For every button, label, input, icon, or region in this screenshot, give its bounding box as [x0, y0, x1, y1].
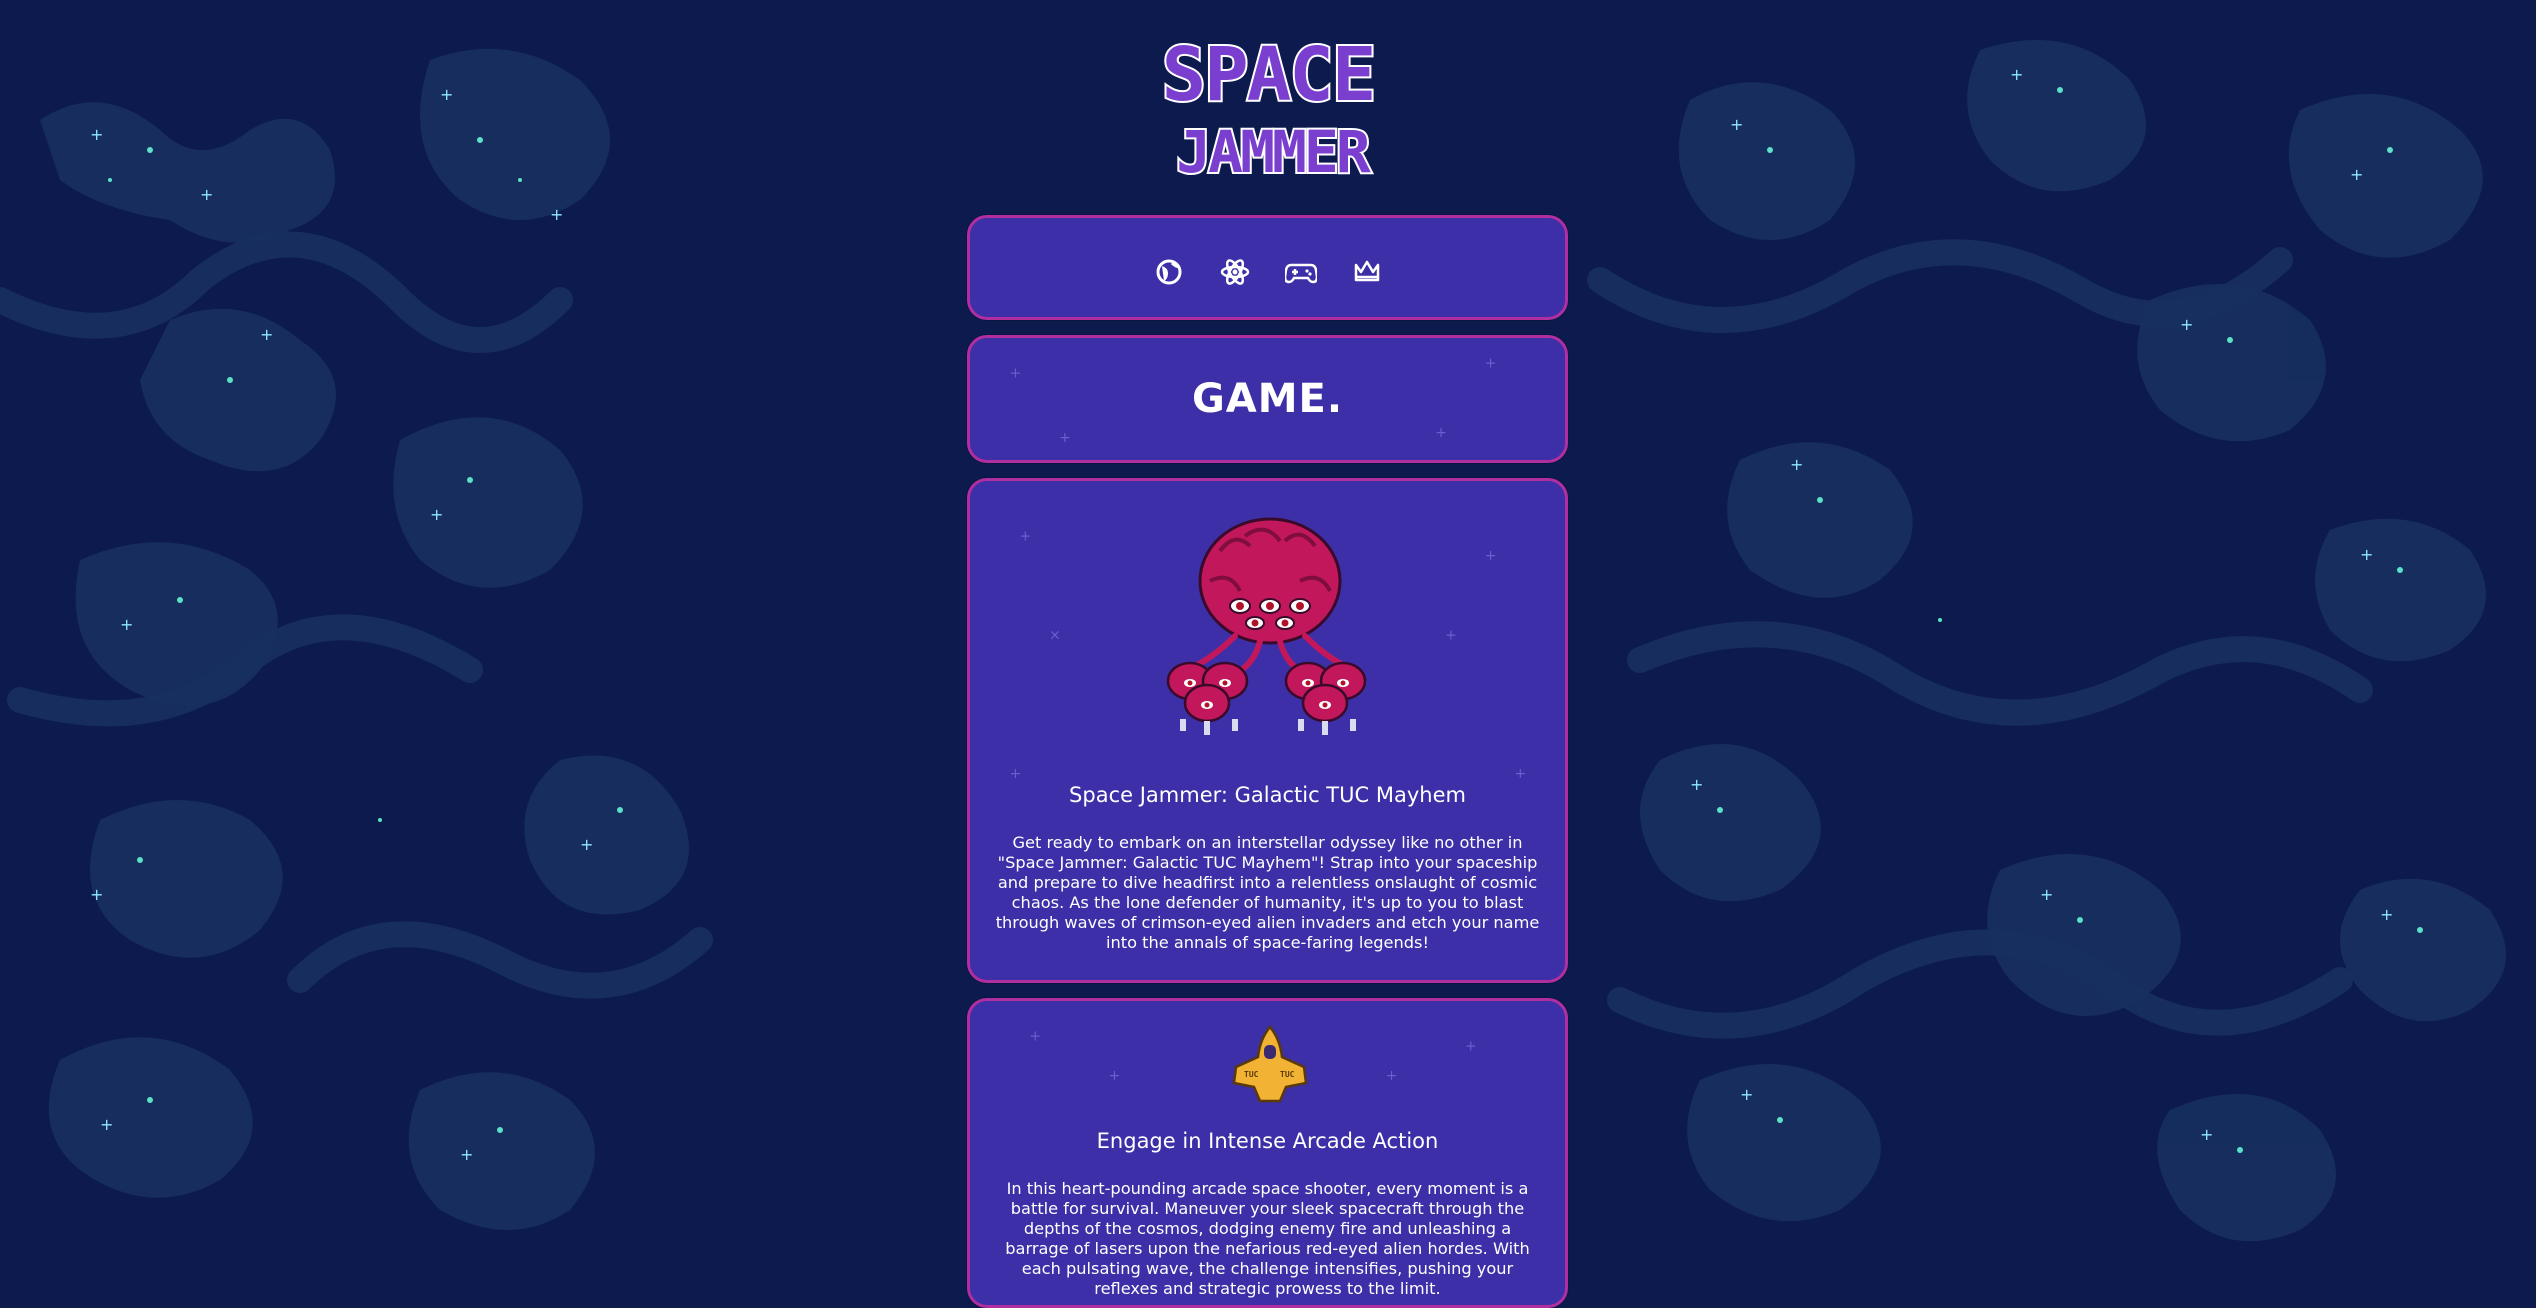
svg-text:+: + [1059, 430, 1071, 446]
game-card: + + + + TUC TUC Engage in Intense Arcade Ac… [967, 998, 1568, 1308]
card-text: Get ready to embark on an interstellar o… [995, 833, 1540, 952]
nav-leaderboard-button[interactable] [1347, 252, 1387, 292]
atom-icon [1220, 259, 1249, 285]
svg-text:+: + [1109, 1068, 1121, 1084]
gamepad-icon [1284, 263, 1317, 284]
nav-game-button[interactable] [1281, 252, 1321, 292]
nav-bar [967, 215, 1568, 320]
svg-text:×: × [1049, 627, 1061, 643]
card-title: Engage in Intense Arcade Action [1096, 1129, 1439, 1153]
ship-badge-right: TUC [1280, 1070, 1295, 1079]
spaceship-image: TUC TUC [1232, 1025, 1308, 1103]
crown-icon [1354, 260, 1379, 282]
page: SPACE JAMMER + + + + GAME. + + × + + + S… [0, 0, 2536, 1308]
svg-text:+: + [1514, 766, 1526, 782]
logo-line-2: JAMMER [1176, 118, 1371, 182]
card-text: In this heart-pounding arcade space shoo… [1005, 1179, 1530, 1298]
ship-badge-left: TUC [1244, 1070, 1259, 1079]
svg-text:+: + [1445, 627, 1457, 643]
title-panel: + + + + GAME. [967, 335, 1568, 463]
svg-text:+: + [1465, 1038, 1477, 1054]
page-title: GAME. [1191, 376, 1344, 422]
nav-atom-button[interactable] [1215, 252, 1255, 292]
nav-planet-button[interactable] [1149, 252, 1189, 292]
alien-horde-image [1166, 517, 1367, 735]
alien-minions [1166, 661, 1367, 735]
card-title: Space Jammer: Galactic TUC Mayhem [1069, 783, 1466, 807]
svg-text:+: + [1029, 1029, 1041, 1045]
alien-boss [1192, 517, 1348, 674]
logo-line-1: SPACE [1162, 32, 1375, 118]
game-card: + + × + + + Space Jammer: Galactic TUC M… [967, 478, 1568, 983]
svg-text:+: + [1485, 548, 1497, 564]
svg-text:+: + [1435, 425, 1447, 441]
svg-text:+: + [1010, 766, 1022, 782]
svg-text:+: + [1386, 1068, 1398, 1084]
space-jammer-logo[interactable]: SPACE JAMMER [1148, 22, 1388, 182]
svg-text:+: + [1019, 528, 1031, 544]
svg-text:+: + [1485, 356, 1497, 372]
planet-icon [1156, 259, 1181, 285]
